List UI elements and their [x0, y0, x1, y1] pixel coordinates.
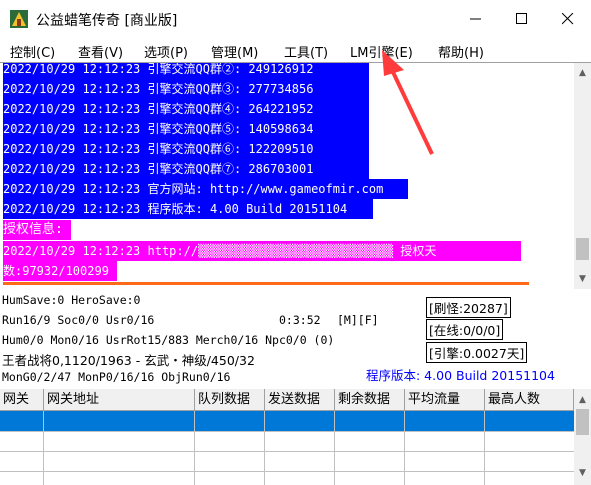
- scroll-up-icon[interactable]: ▲: [574, 391, 591, 408]
- gateway-table[interactable]: 网关 网关地址 队列数据 发送数据 剩余数据 平均流量 最高人数 ▲ ▼: [0, 389, 591, 485]
- grid-column-line: [194, 411, 195, 485]
- scroll-down-icon[interactable]: ▼: [574, 464, 591, 481]
- menu-control[interactable]: 控制(C): [10, 42, 55, 61]
- title-bar: 公益蜡笔传奇 [商业版]: [0, 0, 591, 38]
- column-header[interactable]: 最高人数: [485, 389, 574, 411]
- grid-row-line: [0, 471, 574, 472]
- refresh-monster-count: [刷怪:20287]: [426, 297, 511, 318]
- maximize-icon: [516, 13, 527, 24]
- menu-bar: 控制(C) 查看(V) 选项(P) 管理(M) 工具(T) LM引擎(E) 帮助…: [0, 38, 591, 62]
- menu-help[interactable]: 帮助(H): [438, 42, 484, 61]
- log-line: 2022/10/29 12:12:23 引擎交流QQ群⑦: 286703001: [3, 159, 369, 179]
- log-line: 2022/10/29 12:12:23 引擎交流QQ群③: 277734856: [3, 79, 369, 99]
- log-line: 2022/10/29 12:12:23 程序版本: 4.00 Build 201…: [3, 199, 373, 219]
- column-header[interactable]: 网关地址: [44, 389, 195, 411]
- menu-view[interactable]: 查看(V): [78, 42, 123, 61]
- online-count: [在线:0/0/0]: [426, 319, 504, 340]
- column-header[interactable]: 剩余数据: [335, 389, 405, 411]
- scroll-up-icon[interactable]: ▲: [574, 64, 591, 81]
- grid-row-line: [0, 451, 574, 452]
- minimize-button[interactable]: [453, 0, 499, 38]
- grid-column-line: [43, 411, 44, 485]
- menu-tools[interactable]: 工具(T): [284, 42, 328, 61]
- status-panel: HumSave:0 HeroSave:0 Run16/9 Soc0/0 Usr0…: [0, 289, 591, 389]
- status-line-run: Run16/9 Soc0/0 Usr0/16: [2, 313, 155, 327]
- window-title: 公益蜡笔传奇 [商业版]: [36, 13, 178, 29]
- table-row-selected[interactable]: [0, 411, 574, 431]
- app-icon: [10, 10, 28, 28]
- engine-days: [引擎:0.0027天]: [426, 342, 528, 363]
- log-line: 数:97932/100299: [3, 261, 117, 281]
- status-line-save: HumSave:0 HeroSave:0: [2, 293, 141, 307]
- grid-column-line: [484, 411, 485, 485]
- log-scrollbar[interactable]: ▲ ▼: [574, 63, 591, 289]
- close-button[interactable]: [545, 0, 591, 38]
- log-line: 2022/10/29 12:12:23 官方网站: http://www.gam…: [3, 179, 408, 199]
- log-line: 2022/10/29 12:12:23 引擎交流QQ群⑤: 140598634: [3, 119, 369, 139]
- status-flags: [M][F]: [337, 313, 379, 327]
- menu-manage[interactable]: 管理(M): [211, 42, 258, 61]
- column-header[interactable]: 队列数据: [195, 389, 265, 411]
- status-line-hum: Hum0/0 Mon0/16 UsrRot15/883 Merch0/16 Np…: [2, 333, 335, 347]
- grid-column-line: [404, 411, 405, 485]
- grid-column-line: [334, 411, 335, 485]
- log-line: 2022/10/29 12:12:23 引擎交流QQ群⑥: 122209510: [3, 139, 369, 159]
- orange-divider: [3, 282, 529, 285]
- status-line-warrior: 王者战将0,1120/1963 - 玄武・神级/450/32: [2, 353, 255, 368]
- minimize-icon: [470, 18, 481, 20]
- grid-row-line: [0, 431, 574, 432]
- license-header: 授权信息:: [3, 220, 71, 240]
- maximize-button[interactable]: [499, 0, 545, 38]
- scroll-thumb[interactable]: [576, 409, 589, 435]
- column-header[interactable]: 网关: [0, 389, 44, 411]
- log-line: 2022/10/29 12:12:23 http://▒▒▒▒▒▒▒▒▒▒▒▒▒…: [3, 241, 521, 261]
- scroll-thumb[interactable]: [576, 238, 589, 260]
- status-line-mon: MonG0/2/47 MonP0/16/16 ObjRun0/16: [2, 370, 231, 384]
- table-scrollbar[interactable]: ▲ ▼: [574, 389, 591, 485]
- log-line: 2022/10/29 12:12:23 引擎交流QQ群④: 264221952: [3, 99, 369, 119]
- log-panel[interactable]: 2022/10/29 12:12:23 引擎交流QQ群②: 249126912 …: [0, 62, 591, 290]
- grid-column-line: [264, 411, 265, 485]
- column-header[interactable]: 发送数据: [265, 389, 335, 411]
- status-time: 0:3:52: [279, 313, 321, 327]
- scroll-down-icon[interactable]: ▼: [574, 270, 591, 287]
- close-icon: [562, 13, 574, 25]
- log-line: 2022/10/29 12:12:23 引擎交流QQ群②: 249126912: [3, 63, 369, 79]
- column-header[interactable]: 平均流量: [405, 389, 485, 411]
- menu-options[interactable]: 选项(P): [144, 42, 188, 61]
- program-version: 程序版本: 4.00 Build 20151104: [366, 368, 555, 383]
- annotation-arrow-icon: [382, 50, 434, 155]
